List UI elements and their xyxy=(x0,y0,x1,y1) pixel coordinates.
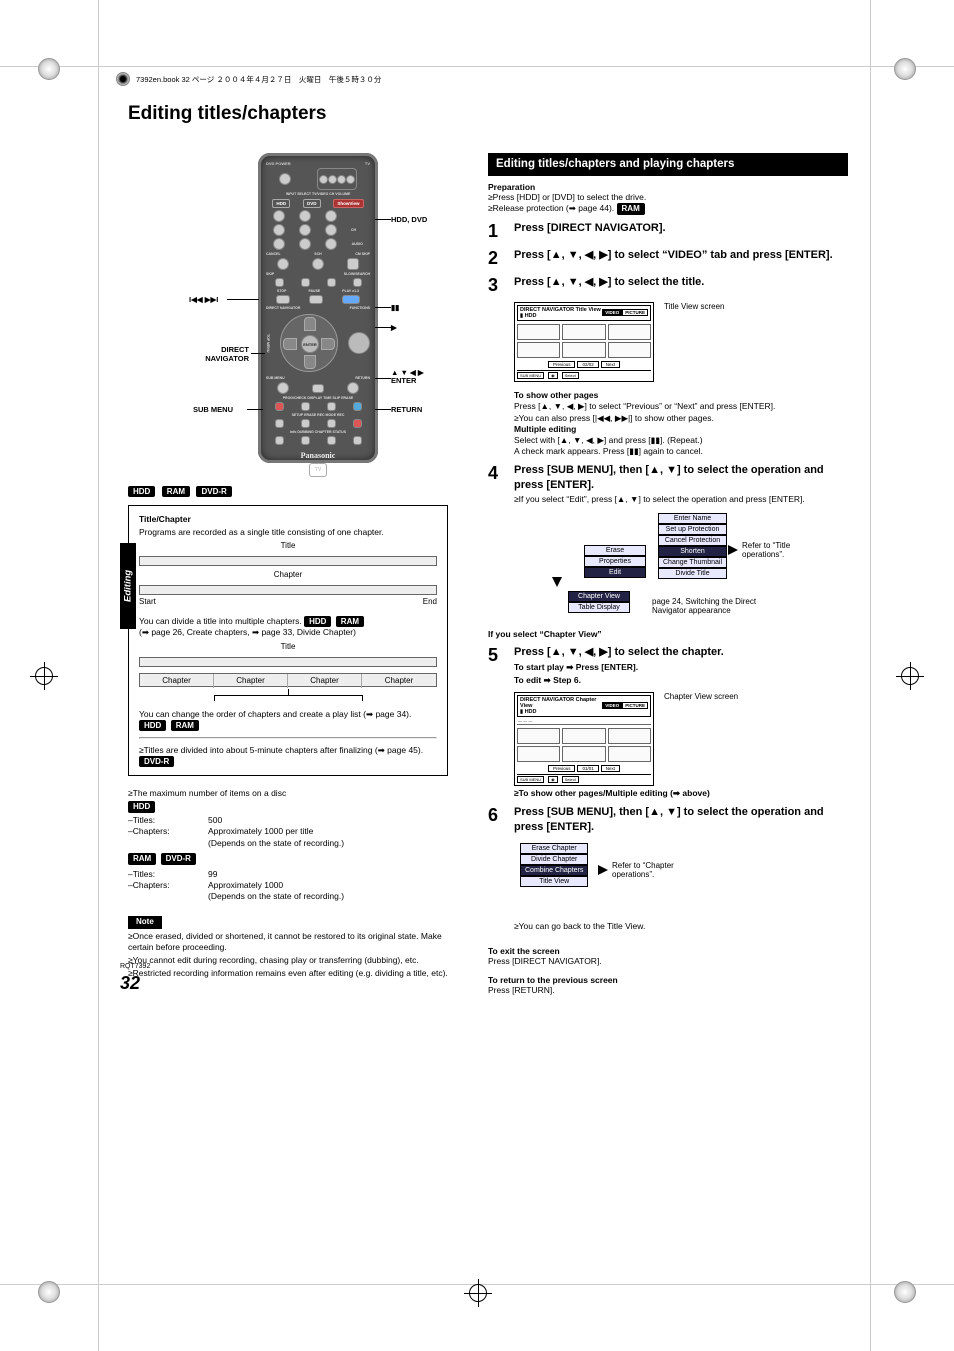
remote-tv-label: TV xyxy=(365,161,370,166)
cross-mark-right xyxy=(896,662,924,690)
ref-chapter-ops: Refer to “Chapter operations”. xyxy=(612,861,692,879)
step4-sub: ≥If you select “Edit”, press [▲, ▼] to s… xyxy=(514,494,848,505)
label-skip-icon: I◀◀ ▶▶I xyxy=(189,295,218,304)
remote-audio: AUDIO xyxy=(352,242,363,246)
exit-heading: To exit the screen xyxy=(488,946,848,956)
step1: Press [DIRECT NAVIGATOR]. xyxy=(514,221,848,242)
exit-text: Press [DIRECT NAVIGATOR]. xyxy=(488,956,848,967)
book-header-text: 7392en.book 32 ページ ２００４年４月２７日 火曜日 午後５時３０… xyxy=(136,74,381,85)
return-text: Press [RETURN]. xyxy=(488,985,848,996)
step5: Press [▲, ▼, ◀, ▶] to select the chapter… xyxy=(514,646,724,658)
title-view-screen: DIRECT NAVIGATOR Title View▮ HDD VIDEOPI… xyxy=(514,302,654,382)
ref-navigator: page 24, Switching the Direct Navigator … xyxy=(652,597,788,615)
step2: Press [▲, ▼, ◀, ▶] to select “VIDEO” tab… xyxy=(514,248,848,269)
label-pause-icon: ▮▮ xyxy=(391,303,399,312)
title-chapter-box: Title/Chapter Programs are recorded as a… xyxy=(128,505,448,776)
note-label: Note xyxy=(128,916,162,928)
ref-title-ops: Refer to “Title operations”. xyxy=(742,541,802,559)
reg-mark-br xyxy=(894,1281,916,1303)
remote-enter: ENTER xyxy=(301,335,319,353)
chapter-screen-label: Chapter View screen xyxy=(664,692,738,788)
label-arrows-enter: ▲ ▼ ◀ ▶ENTER xyxy=(391,369,424,386)
step6: Press [SUB MENU], then [▲, ▼] to select … xyxy=(514,805,848,835)
cross-mark-left xyxy=(30,662,58,690)
reg-mark-tl xyxy=(38,58,60,80)
reg-mark-bl xyxy=(38,1281,60,1303)
label-play-icon: ▶ xyxy=(391,323,397,332)
if-chapter-heading: If you select “Chapter View” xyxy=(488,629,848,639)
step4: Press [SUB MENU], then [▲, ▼] to select … xyxy=(514,464,824,491)
remote-dvd-btn: DVD xyxy=(303,199,321,208)
remote-input-select: INPUT SELECT TV/VIDEO CH VOLUME xyxy=(266,192,370,196)
tc-divide-text: You can divide a title into multiple cha… xyxy=(139,616,302,626)
remote-diagram: I◀◀ ▶▶I DIRECTNAVIGATOR SUB MENU HDD, DV… xyxy=(223,153,353,463)
preparation-heading: Preparation xyxy=(488,182,848,192)
remote-brand: Panasonic xyxy=(266,451,370,460)
remote-showview-btn: ShowView xyxy=(333,199,363,208)
chap-note: ≥You can go back to the Title View. xyxy=(514,921,848,932)
down-arrow-icon xyxy=(552,577,562,587)
note-block: Note ≥Once erased, divided or shortened,… xyxy=(128,916,448,979)
rqt-code: RQT7392 xyxy=(120,963,150,970)
remote-power-btn xyxy=(279,173,291,185)
page-title: Editing titles/chapters xyxy=(128,103,848,125)
page-number: 32 xyxy=(120,973,140,994)
tc-line1: Programs are recorded as a single title … xyxy=(139,527,437,537)
tc-finalize-text: ≥Titles are divided into about 5-minute … xyxy=(139,745,423,755)
return-heading: To return to the previous screen xyxy=(488,975,848,985)
max-items: ≥The maximum number of items on a disc H… xyxy=(128,788,448,902)
tc-playlist-text: You can change the order of chapters and… xyxy=(139,709,411,719)
arrow-icon xyxy=(598,865,608,875)
arrow-icon xyxy=(728,545,738,555)
cross-mark-bottom xyxy=(464,1279,492,1307)
prep-line1: ≥Press [HDD] or [DVD] to select the driv… xyxy=(488,192,848,203)
remote-power-label: DVD POWER xyxy=(266,161,291,166)
title-submenu: Erase Properties Edit Chapter View Table… xyxy=(548,513,788,623)
tc-end: End xyxy=(423,597,437,606)
label-direct-navigator: DIRECTNAVIGATOR xyxy=(187,345,249,363)
chapter-view-screen: DIRECT NAVIGATOR Chapter View▮ HDD VIDEO… xyxy=(514,692,654,786)
remote-dpad: ENTER xyxy=(280,314,338,372)
remote-hdd-btn: HDD xyxy=(272,199,290,208)
label-return: RETURN xyxy=(391,405,422,414)
pages-block: To show other pages Press [▲, ▼, ◀, ▶] t… xyxy=(514,390,848,456)
remote-functions-btn xyxy=(348,332,370,354)
reg-mark-tr xyxy=(894,58,916,80)
tc-heading: Title/Chapter xyxy=(139,514,437,524)
disc-badges: HDD RAM DVD-R xyxy=(128,481,448,499)
tc-divide-refs: (➡ page 26, Create chapters, ➡ page 33, … xyxy=(139,627,437,638)
side-tab: Editing xyxy=(120,543,136,629)
section-bar: Editing titles/chapters and playing chap… xyxy=(488,153,848,176)
tc-start: Start xyxy=(139,597,156,606)
chapter-submenu: Erase Chapter Divide Chapter Combine Cha… xyxy=(514,843,714,913)
book-header: 7392en.book 32 ページ ２００４年４月２７日 火曜日 午後５時３０… xyxy=(116,72,381,86)
remote-cancel: CANCEL xyxy=(266,252,281,256)
label-hdd-dvd: HDD, DVD xyxy=(391,215,427,224)
step5-note: ≥To show other pages/Multiple editing (➡… xyxy=(514,788,848,799)
label-sub-menu: SUB MENU xyxy=(193,405,233,414)
prep-line2: ≥Release protection (➡ page 44). xyxy=(488,203,614,213)
step3: Press [▲, ▼, ◀, ▶] to select the title. xyxy=(514,275,848,296)
title-screen-label: Title View screen xyxy=(664,302,724,384)
